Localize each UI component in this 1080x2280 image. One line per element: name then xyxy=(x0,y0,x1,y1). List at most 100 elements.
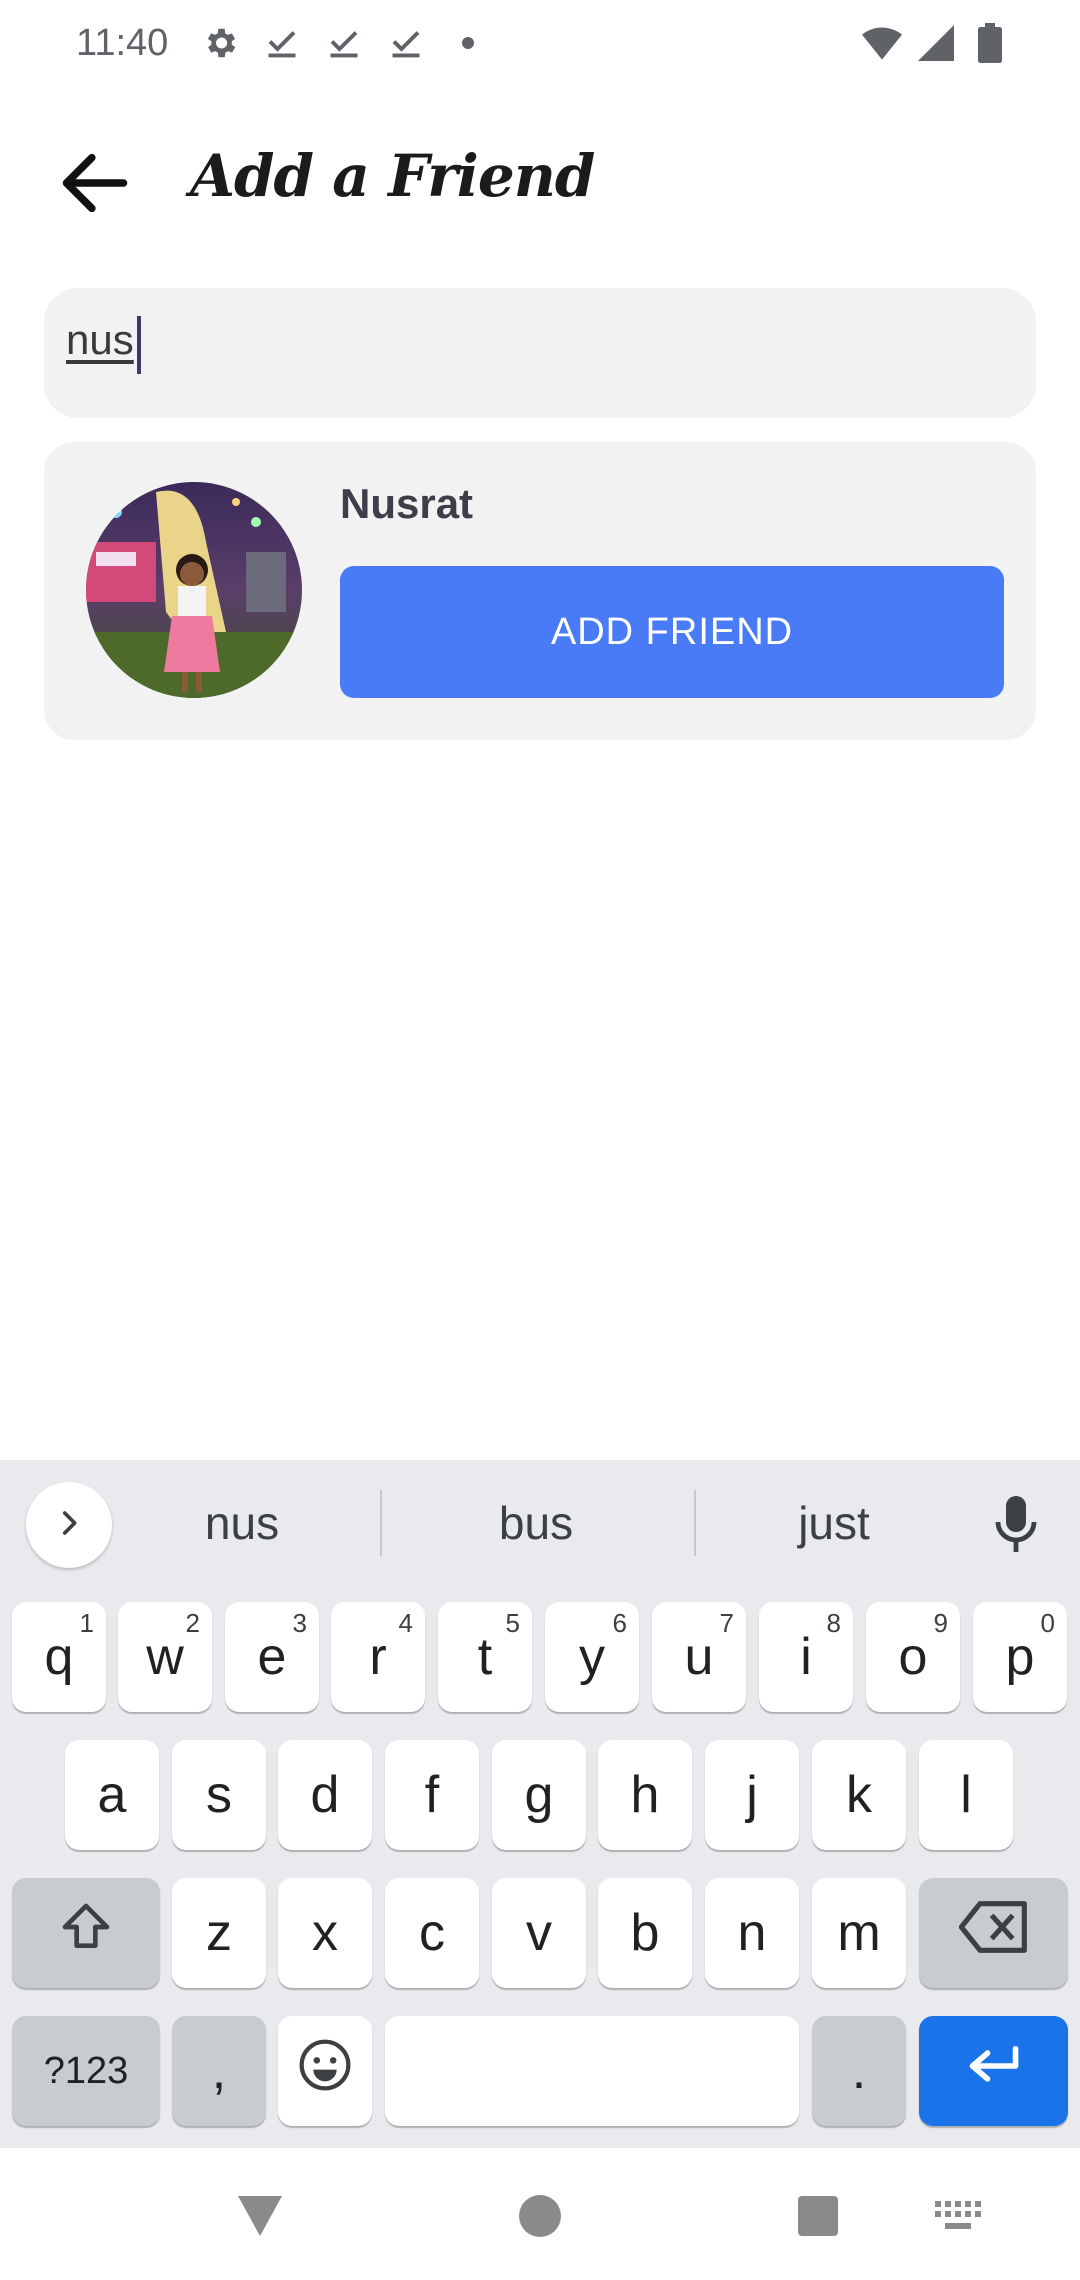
key-hint: 6 xyxy=(612,1608,627,1638)
key-label: o xyxy=(898,1628,928,1686)
key-p[interactable]: p0 xyxy=(973,1602,1067,1712)
key-label: r xyxy=(369,1628,387,1686)
keyboard-icon xyxy=(935,2200,981,2236)
key-label: t xyxy=(477,1628,493,1686)
key-label: y xyxy=(579,1628,605,1686)
key-y[interactable]: y6 xyxy=(545,1602,639,1712)
key-x[interactable]: x xyxy=(278,1878,372,1988)
circle-icon xyxy=(519,2194,561,2242)
key-n[interactable]: n xyxy=(705,1878,799,1988)
symbols-key[interactable]: ?123 xyxy=(12,2016,160,2126)
key-h[interactable]: h xyxy=(598,1740,692,1850)
key-hint: 1 xyxy=(79,1608,94,1638)
key-s[interactable]: s xyxy=(172,1740,266,1850)
shift-key[interactable] xyxy=(12,1878,160,1988)
key-o[interactable]: o9 xyxy=(866,1602,960,1712)
voice-input-button[interactable] xyxy=(980,1486,1052,1566)
key-d[interactable]: d xyxy=(278,1740,372,1850)
avatar xyxy=(86,482,302,698)
enter-icon xyxy=(966,2041,1022,2101)
key-hint: 8 xyxy=(826,1608,841,1638)
key-e[interactable]: e3 xyxy=(225,1602,319,1712)
triangle-down-icon xyxy=(238,2195,282,2241)
wifi-icon xyxy=(862,18,902,68)
suggestion-1[interactable]: nus xyxy=(122,1496,362,1550)
list-item: Nusrat ADD FRIEND xyxy=(44,442,1036,740)
comma-key[interactable]: , xyxy=(172,2016,266,2126)
status-bar: 11:40 xyxy=(0,0,1080,88)
download-done-icon xyxy=(324,18,364,68)
divider xyxy=(694,1490,696,1556)
navigation-bar xyxy=(0,2148,1080,2280)
suggestion-3[interactable]: just xyxy=(714,1496,954,1550)
emoji-key[interactable] xyxy=(278,2016,372,2126)
divider xyxy=(380,1490,382,1556)
key-a[interactable]: a xyxy=(65,1740,159,1850)
app-bar: Add a Friend xyxy=(0,120,1080,240)
backspace-icon xyxy=(958,1900,1029,1966)
key-m[interactable]: m xyxy=(812,1878,906,1988)
emoji-icon xyxy=(297,2037,353,2106)
key-label: u xyxy=(684,1628,714,1686)
chevron-right-icon xyxy=(52,1506,86,1545)
key-z[interactable]: z xyxy=(172,1878,266,1988)
battery-icon xyxy=(970,18,1010,68)
signal-icon xyxy=(916,18,956,68)
suggestion-2[interactable]: bus xyxy=(416,1496,656,1550)
download-done-icon xyxy=(386,18,426,68)
space-key[interactable] xyxy=(385,2016,799,2126)
key-g[interactable]: g xyxy=(492,1740,586,1850)
key-q[interactable]: q1 xyxy=(12,1602,106,1712)
search-input[interactable]: nus xyxy=(44,288,1036,418)
keyboard: nus bus just q1 w2 e3 r4 t5 y6 u7 i8 o9 … xyxy=(0,1460,1080,2148)
key-i[interactable]: i8 xyxy=(759,1602,853,1712)
period-key[interactable]: . xyxy=(812,2016,906,2126)
key-hint: 7 xyxy=(719,1608,734,1638)
key-label: e xyxy=(257,1628,287,1686)
key-t[interactable]: t5 xyxy=(438,1602,532,1712)
key-k[interactable]: k xyxy=(812,1740,906,1850)
key-w[interactable]: w2 xyxy=(118,1602,212,1712)
nav-back-button[interactable] xyxy=(230,2188,290,2248)
friend-name: Nusrat xyxy=(340,480,474,527)
shift-icon xyxy=(58,1899,114,1968)
enter-key[interactable] xyxy=(919,2016,1068,2126)
status-time: 11:40 xyxy=(76,22,169,64)
key-label: p xyxy=(1005,1628,1035,1686)
key-v[interactable]: v xyxy=(492,1878,586,1988)
key-f[interactable]: f xyxy=(385,1740,479,1850)
gear-icon xyxy=(200,18,240,68)
microphone-icon xyxy=(992,1494,1040,1559)
key-u[interactable]: u7 xyxy=(652,1602,746,1712)
key-label: q xyxy=(44,1628,74,1686)
text-cursor xyxy=(137,316,141,374)
download-done-icon xyxy=(262,18,302,68)
key-hint: 2 xyxy=(185,1608,200,1638)
page-title: Add a Friend xyxy=(190,142,595,210)
key-label: i xyxy=(800,1628,812,1686)
suggestion-bar: nus bus just xyxy=(0,1460,1080,1584)
square-icon xyxy=(798,2195,838,2241)
add-friend-button[interactable]: ADD FRIEND xyxy=(340,566,1004,698)
key-l[interactable]: l xyxy=(919,1740,1013,1850)
notification-icons xyxy=(200,18,488,68)
key-hint: 0 xyxy=(1040,1608,1055,1638)
key-r[interactable]: r4 xyxy=(331,1602,425,1712)
dot-icon xyxy=(448,18,488,68)
arrow-back-icon xyxy=(57,145,133,226)
key-j[interactable]: j xyxy=(705,1740,799,1850)
key-hint: 4 xyxy=(398,1608,413,1638)
backspace-key[interactable] xyxy=(919,1878,1068,1988)
search-input-value: nus xyxy=(66,316,134,363)
nav-recents-button[interactable] xyxy=(788,2188,848,2248)
key-hint: 5 xyxy=(505,1608,520,1638)
key-c[interactable]: c xyxy=(385,1878,479,1988)
back-button[interactable] xyxy=(50,140,140,230)
keyboard-switch-button[interactable] xyxy=(928,2188,988,2248)
key-b[interactable]: b xyxy=(598,1878,692,1988)
key-hint: 9 xyxy=(933,1608,948,1638)
key-hint: 3 xyxy=(292,1608,307,1638)
key-label: w xyxy=(146,1628,184,1686)
nav-home-button[interactable] xyxy=(510,2188,570,2248)
expand-toolbar-button[interactable] xyxy=(26,1482,112,1568)
